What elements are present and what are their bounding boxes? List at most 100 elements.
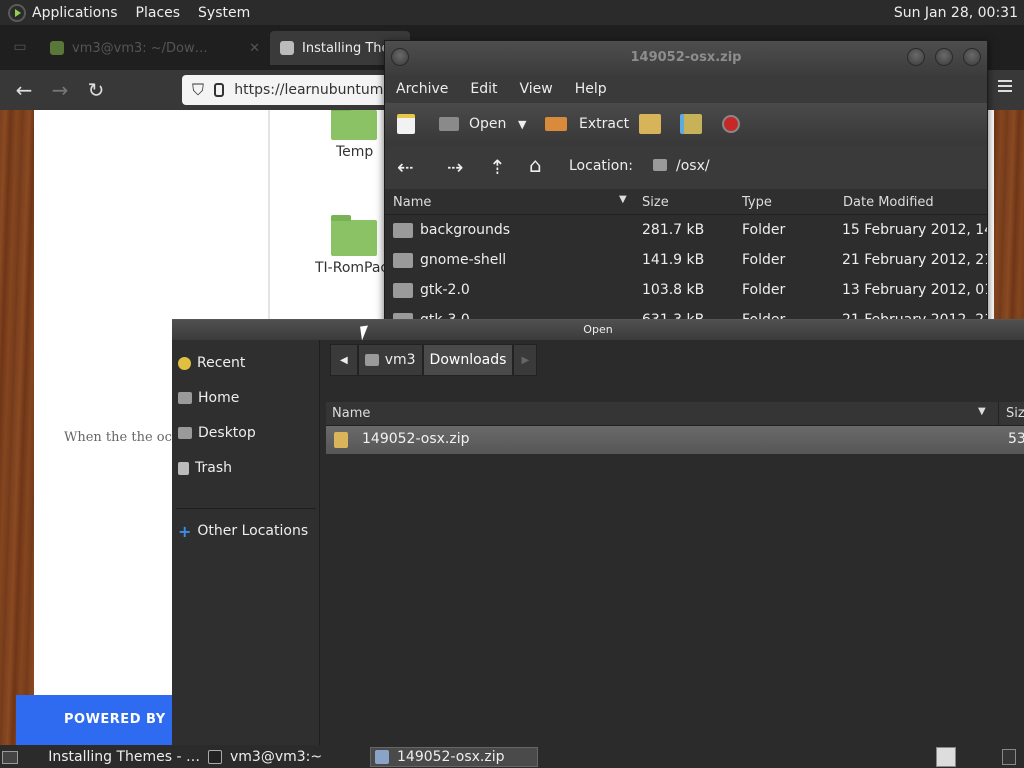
col-type[interactable]: Type <box>742 195 772 210</box>
extract-label: Extract <box>579 116 630 132</box>
mate-logo-icon[interactable] <box>8 3 26 22</box>
archive-manager-window: 149052-osx.zip Archive Edit View Help Op… <box>384 40 988 328</box>
sidebar-item-label: Trash <box>195 460 232 476</box>
row-type: Folder <box>742 282 786 298</box>
open-dialog: Open Recent Home Desktop Trash + Other L… <box>172 319 1024 746</box>
archive-titlebar[interactable]: 149052-osx.zip <box>385 41 987 75</box>
open-folder-icon <box>439 117 459 131</box>
up-icon[interactable]: ⇡ <box>489 155 506 179</box>
shield-icon[interactable]: ⛉ <box>192 80 204 100</box>
back-icon[interactable]: ⇠ <box>397 155 414 179</box>
menu-archive[interactable]: Archive <box>396 81 448 97</box>
terminal-favicon-icon <box>50 41 64 55</box>
file-chooser-main: ◀ vm3 Downloads ▶ Name ▼ Siz 149052-osx.… <box>322 340 1024 746</box>
menu-edit[interactable]: Edit <box>470 81 497 97</box>
task-label: 149052-osx.zip <box>397 749 505 765</box>
url-bar[interactable]: ⛉ https://learnubuntuma <box>182 75 392 105</box>
col-date[interactable]: Date Modified <box>843 195 934 210</box>
folder-icon <box>393 253 413 268</box>
sidebar-item-home[interactable]: Home <box>178 386 239 410</box>
task-firefox[interactable]: Installing Themes - … <box>36 747 200 767</box>
sidebar-item-label: Home <box>198 390 240 406</box>
row-date: 13 February 2012, 01:... <box>842 282 987 298</box>
list-item[interactable]: 149052-osx.zip 53 <box>326 426 1024 454</box>
task-terminal[interactable]: vm3@vm3:~ <box>204 747 364 767</box>
menu-system[interactable]: System <box>198 5 250 21</box>
add-files-button[interactable] <box>639 114 661 134</box>
col-size[interactable]: Size <box>642 195 669 210</box>
path-segment-downloads[interactable]: Downloads <box>422 344 514 376</box>
clock[interactable]: Sun Jan 28, 00:31 <box>894 5 1018 21</box>
path-left-arrow-icon[interactable]: ◀ <box>330 344 358 376</box>
location-label: Location: <box>569 158 633 174</box>
sidebar-item-other-locations[interactable]: + Other Locations <box>178 519 308 543</box>
column-separator <box>998 402 999 426</box>
archive-column-header: Name ▼ Size Type Date Modified <box>385 189 987 215</box>
reload-icon[interactable]: ↻ <box>84 78 108 102</box>
extract-button[interactable]: Extract <box>545 116 629 132</box>
sidebar-item-desktop[interactable]: Desktop <box>178 421 256 445</box>
add-folder-button[interactable] <box>680 114 702 134</box>
workspace-switcher[interactable] <box>936 747 958 767</box>
window-menu-icon[interactable] <box>391 48 409 66</box>
dialog-titlebar[interactable]: Open <box>172 320 1024 340</box>
chevron-down-icon[interactable]: ▼ <box>518 118 526 131</box>
menu-help[interactable]: Help <box>575 81 607 97</box>
folder-tiromp-icon <box>331 215 377 256</box>
table-row[interactable]: gnome-shell 141.9 kB Folder 21 February … <box>385 245 987 275</box>
location-value[interactable]: /osx/ <box>676 158 710 174</box>
home-icon[interactable]: ⌂ <box>529 153 542 177</box>
table-row[interactable]: backgrounds 281.7 kB Folder 15 February … <box>385 215 987 245</box>
folder-tiromp-label: TI-RomPac <box>315 260 389 276</box>
url-text[interactable]: https://learnubuntuma <box>234 82 392 98</box>
tab-terminal[interactable]: vm3@vm3: ~/Dow… ✕ <box>40 31 270 65</box>
sort-chevron-icon[interactable]: ▼ <box>978 406 986 417</box>
menu-view[interactable]: View <box>520 81 553 97</box>
row-type: Folder <box>742 252 786 268</box>
row-size: 281.7 kB <box>642 222 705 238</box>
minimize-icon[interactable] <box>907 48 925 66</box>
places-sidebar: Recent Home Desktop Trash + Other Locati… <box>172 340 320 746</box>
sidebar-item-label: Desktop <box>198 425 256 441</box>
close-tab-icon[interactable]: ✕ <box>249 41 260 56</box>
col-name[interactable]: Name <box>393 195 431 210</box>
forward-icon[interactable]: ⇢ <box>447 155 464 179</box>
file-name: 149052-osx.zip <box>362 431 470 447</box>
close-icon[interactable] <box>963 48 981 66</box>
new-archive-button[interactable] <box>397 114 415 134</box>
sidebar-item-trash[interactable]: Trash <box>178 456 232 480</box>
col-size[interactable]: Siz <box>1006 406 1024 421</box>
zip-file-icon <box>334 432 348 448</box>
plus-icon: + <box>178 521 192 541</box>
powered-by-banner[interactable]: POWERED BY <box>16 695 176 745</box>
show-desktop-icon[interactable] <box>2 747 22 767</box>
trash-applet[interactable] <box>1002 747 1022 767</box>
tab-overview-icon[interactable]: ▭ <box>8 35 32 59</box>
desktop-folder-icon <box>178 427 192 439</box>
path-right-arrow-icon[interactable]: ▶ <box>513 344 538 376</box>
row-size: 103.8 kB <box>642 282 705 298</box>
archive-toolbar: Open ▼ Extract <box>385 103 987 145</box>
lock-icon[interactable] <box>214 83 225 97</box>
row-type: Folder <box>742 222 786 238</box>
menu-places[interactable]: Places <box>136 5 181 21</box>
maximize-icon[interactable] <box>935 48 953 66</box>
hamburger-menu-icon[interactable] <box>998 80 1012 92</box>
forward-arrow-icon[interactable]: → <box>48 78 72 102</box>
back-arrow-icon[interactable]: ← <box>12 78 36 102</box>
table-row[interactable]: gtk-2.0 103.8 kB Folder 13 February 2012… <box>385 275 987 305</box>
stop-button[interactable] <box>722 115 740 133</box>
clock-icon <box>178 356 191 370</box>
location-folder-icon <box>653 159 667 171</box>
sort-chevron-icon[interactable]: ▼ <box>619 194 627 205</box>
col-name[interactable]: Name <box>332 406 370 421</box>
path-segment-home[interactable]: vm3 <box>357 344 423 376</box>
row-name: backgrounds <box>420 222 511 238</box>
open-button[interactable]: Open <box>439 116 506 132</box>
menu-applications[interactable]: Applications <box>32 5 118 21</box>
dialog-title: Open <box>583 323 613 336</box>
sidebar-item-recent[interactable]: Recent <box>178 351 245 375</box>
archive-title: 149052-osx.zip <box>630 50 742 65</box>
task-label: Installing Themes - … <box>48 749 200 765</box>
task-archive-manager[interactable]: 149052-osx.zip <box>370 747 538 767</box>
